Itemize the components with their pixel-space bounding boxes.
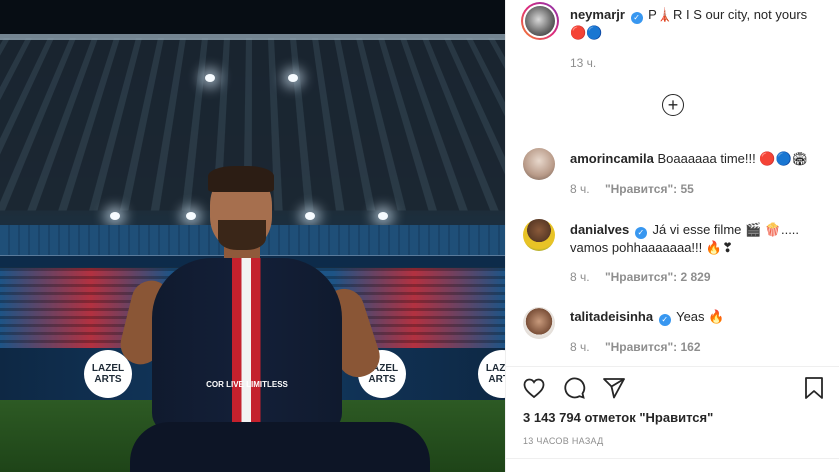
post-panel: neymarjr ✓ P🗼R I S our city, not yours 🔴…	[505, 0, 839, 472]
save-button[interactable]	[800, 374, 828, 402]
comment-username[interactable]: danialves	[570, 222, 629, 237]
heart-icon	[523, 378, 545, 399]
comment-time[interactable]: 8 ч.	[570, 270, 590, 284]
share-button[interactable]	[600, 374, 628, 402]
jersey-sponsor: COR LIVE LIMITLESS	[206, 380, 288, 389]
comment-avatar[interactable]	[523, 219, 555, 251]
author-avatar[interactable]	[521, 2, 559, 40]
player-hair	[208, 166, 274, 192]
post-time-ago[interactable]: 13 ЧАСОВ НАЗАД	[523, 436, 604, 446]
comment-likes[interactable]: "Нравится": 2 829	[605, 270, 711, 284]
stadium-light	[205, 74, 215, 82]
bookmark-icon	[805, 377, 823, 399]
comment-icon	[564, 377, 586, 399]
roof-beam	[0, 34, 505, 40]
player-figure: COR LIVE LIMITLESS	[116, 166, 450, 472]
actions-divider	[506, 366, 839, 367]
likes-count[interactable]: 3 143 794 отметок "Нравится"	[523, 410, 713, 425]
comment-meta: 8 ч. "Нравится": 162	[570, 340, 701, 354]
comment-text: Boaaaaaa time!!! 🔴🔵🏟	[657, 151, 809, 166]
comment-text: Yeas 🔥	[676, 309, 725, 324]
post-caption: neymarjr ✓ P🗼R I S our city, not yours 🔴…	[570, 6, 825, 41]
post-time[interactable]: 13 ч.	[570, 56, 596, 70]
comment-time[interactable]: 8 ч.	[570, 182, 590, 196]
comment-avatar[interactable]	[523, 148, 555, 180]
player-beard	[218, 220, 266, 250]
plus-circle-icon: +	[667, 95, 679, 115]
comment-likes[interactable]: "Нравится": 162	[605, 340, 701, 354]
comment-meta: 8 ч. "Нравится": 55	[570, 182, 694, 196]
verified-badge-icon: ✓	[658, 314, 671, 326]
comment-time[interactable]: 8 ч.	[570, 340, 590, 354]
load-more-comments-button[interactable]: +	[662, 94, 684, 116]
verified-badge-icon: ✓	[630, 12, 643, 24]
verified-badge-icon: ✓	[634, 227, 647, 239]
comment-body: danialves ✓ Já vi esse filme 🎬 🍿..... va…	[570, 221, 830, 256]
player-legs	[130, 422, 430, 472]
comment-button[interactable]	[560, 374, 588, 402]
comment-body: talitadeisinha ✓ Yeas 🔥	[570, 308, 830, 326]
comment-avatar[interactable]	[523, 307, 555, 339]
comment-meta: 8 ч. "Нравится": 2 829	[570, 270, 711, 284]
comment-username[interactable]: amorincamila	[570, 151, 654, 166]
comment-body: amorincamila Boaaaaaa time!!! 🔴🔵🏟	[570, 150, 830, 167]
author-avatar-image	[525, 6, 555, 36]
player-jersey	[152, 258, 342, 433]
comment-input-divider	[506, 458, 839, 459]
stadium-light	[110, 212, 120, 220]
like-button[interactable]	[520, 374, 548, 402]
author-username[interactable]: neymarjr	[570, 7, 625, 22]
share-icon	[603, 378, 625, 399]
comment-username[interactable]: talitadeisinha	[570, 309, 653, 324]
post-photo[interactable]: LAZELARTS LAZELARTS LAZELARTS COR LIVE L…	[0, 0, 505, 472]
stadium-light	[288, 74, 298, 82]
comment-likes[interactable]: "Нравится": 55	[605, 182, 694, 196]
